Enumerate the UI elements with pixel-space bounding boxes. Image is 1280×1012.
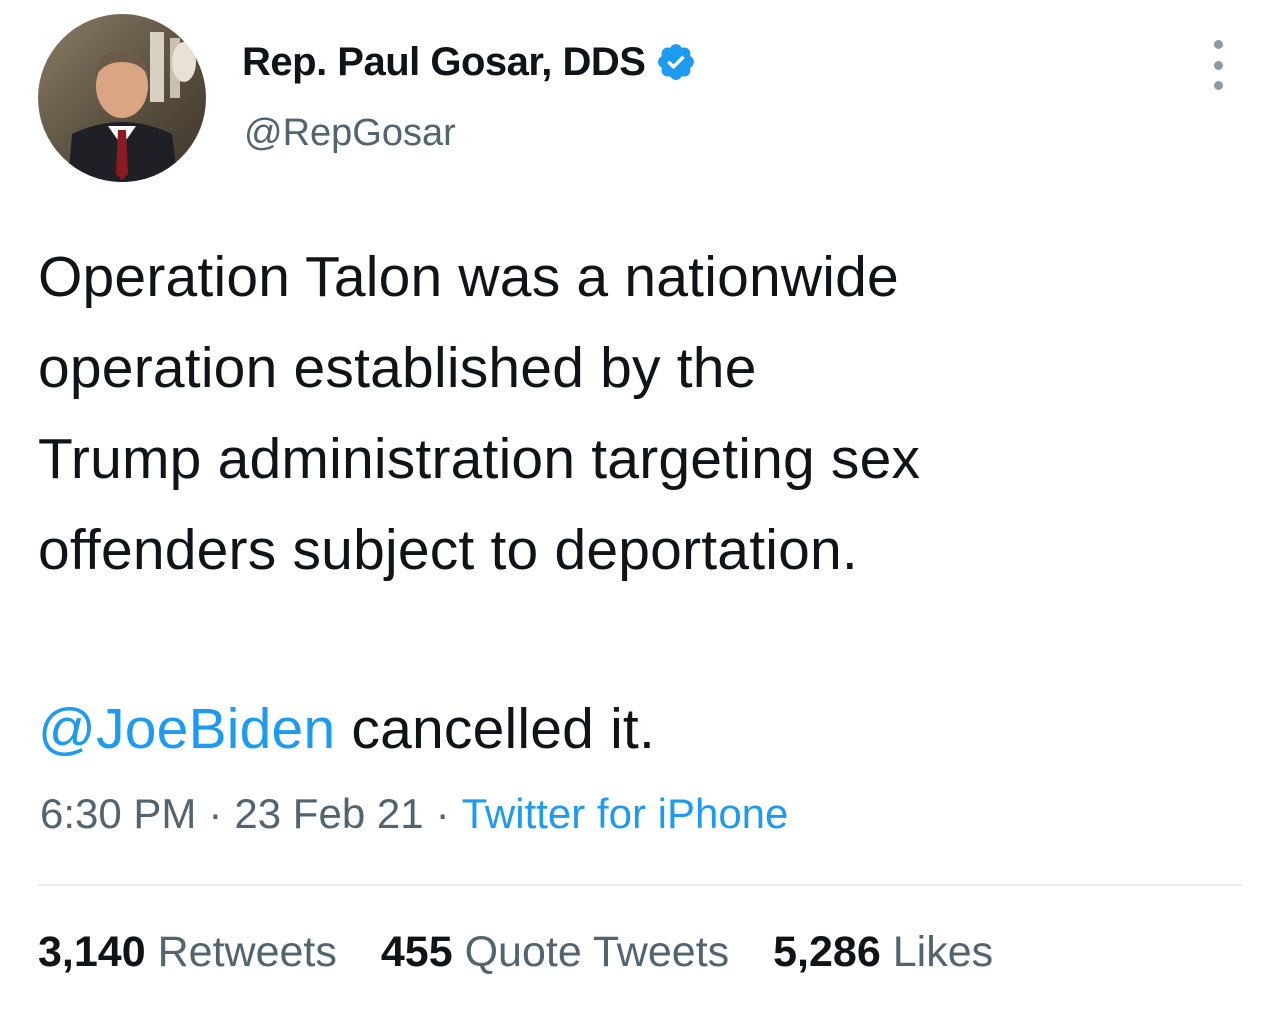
- tweet-time[interactable]: 6:30 PM: [40, 790, 196, 837]
- mention-tail-text: cancelled it.: [335, 697, 655, 761]
- avatar-photo: [38, 14, 206, 182]
- divider: [38, 884, 1242, 886]
- tweet-card: Rep. Paul Gosar, DDS @RepGosar Operation…: [0, 0, 1280, 1012]
- quote-tweets-label: Quote Tweets: [464, 928, 730, 976]
- more-dot: [1213, 60, 1223, 70]
- avatar[interactable]: [38, 14, 206, 182]
- tweet-text-line: offenders subject to deportation.: [38, 518, 858, 582]
- tweet-source-link[interactable]: Twitter for iPhone: [462, 790, 789, 837]
- likes-stat[interactable]: 5,286 Likes: [773, 928, 993, 977]
- more-options-icon[interactable]: [1200, 40, 1236, 90]
- more-dot: [1213, 81, 1223, 90]
- tweet-text-line: Operation Talon was a nationwide: [38, 245, 899, 309]
- tweet-date[interactable]: 23 Feb 21: [234, 790, 423, 837]
- likes-label: Likes: [892, 928, 994, 976]
- meta-separator: ·: [435, 790, 450, 837]
- more-dot: [1213, 40, 1223, 49]
- meta-separator: ·: [208, 790, 223, 837]
- mention-link[interactable]: @JoeBiden: [38, 697, 335, 761]
- quote-tweets-stat[interactable]: 455 Quote Tweets: [381, 928, 729, 977]
- author-display-name[interactable]: Rep. Paul Gosar, DDS: [242, 40, 646, 85]
- tweet-text: Operation Talon was a nationwide operati…: [38, 232, 1238, 596]
- verified-badge-icon: [655, 41, 697, 83]
- author-name-row[interactable]: Rep. Paul Gosar, DDS: [242, 34, 697, 90]
- author-handle[interactable]: @RepGosar: [244, 112, 456, 155]
- retweets-count: 3,140: [38, 928, 146, 976]
- retweets-stat[interactable]: 3,140 Retweets: [38, 928, 337, 977]
- tweet-text-line: Trump administration targeting sex: [38, 427, 921, 491]
- quote-tweets-count: 455: [380, 928, 453, 976]
- tweet-text-mention-line: @JoeBiden cancelled it.: [38, 684, 655, 775]
- tweet-text-line: operation established by the: [38, 336, 757, 400]
- tweet-metadata: 6:30 PM · 23 Feb 21 · Twitter for iPhone: [40, 790, 788, 838]
- tweet-stats: 3,140 Retweets 455 Quote Tweets 5,286 Likes: [38, 928, 1037, 977]
- likes-count: 5,286: [773, 928, 881, 976]
- retweets-label: Retweets: [157, 928, 337, 976]
